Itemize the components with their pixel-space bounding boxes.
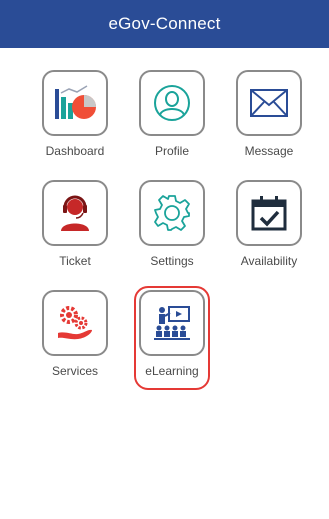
gears-hand-icon <box>54 303 96 343</box>
availability-label: Availability <box>240 254 298 268</box>
elearning-button[interactable] <box>139 290 205 356</box>
envelope-icon <box>249 88 289 118</box>
message-label: Message <box>244 144 294 158</box>
profile-user-icon <box>152 83 192 123</box>
gear-icon <box>152 193 192 233</box>
presentation-class-icon <box>151 303 193 343</box>
menu-tile-settings[interactable]: Settings <box>122 178 222 288</box>
app-bar: eGov-Connect <box>0 0 329 48</box>
elearning-label: eLearning <box>145 364 199 378</box>
profile-button[interactable] <box>139 70 205 136</box>
services-label: Services <box>51 364 98 378</box>
menu-tile-availability[interactable]: Availability <box>219 178 319 288</box>
app-title: eGov-Connect <box>108 14 221 33</box>
support-agent-icon <box>55 193 95 233</box>
calendar-check-icon <box>249 193 289 233</box>
menu-tile-dashboard[interactable]: Dashboard <box>25 68 125 178</box>
message-button[interactable] <box>236 70 302 136</box>
menu-tile-elearning[interactable]: eLearning <box>122 288 222 398</box>
menu-tile-ticket[interactable]: Ticket <box>25 178 125 288</box>
settings-button[interactable] <box>139 180 205 246</box>
menu-tile-message[interactable]: Message <box>219 68 319 178</box>
settings-label: Settings <box>150 254 194 268</box>
menu-tile-profile[interactable]: Profile <box>122 68 222 178</box>
services-button[interactable] <box>42 290 108 356</box>
profile-label: Profile <box>154 144 189 158</box>
ticket-label: Ticket <box>59 254 91 268</box>
dashboard-chart-icon <box>53 83 97 123</box>
availability-button[interactable] <box>236 180 302 246</box>
dashboard-button[interactable] <box>42 70 108 136</box>
ticket-button[interactable] <box>42 180 108 246</box>
menu-tile-services[interactable]: Services <box>25 288 125 398</box>
dashboard-label: Dashboard <box>45 144 105 158</box>
